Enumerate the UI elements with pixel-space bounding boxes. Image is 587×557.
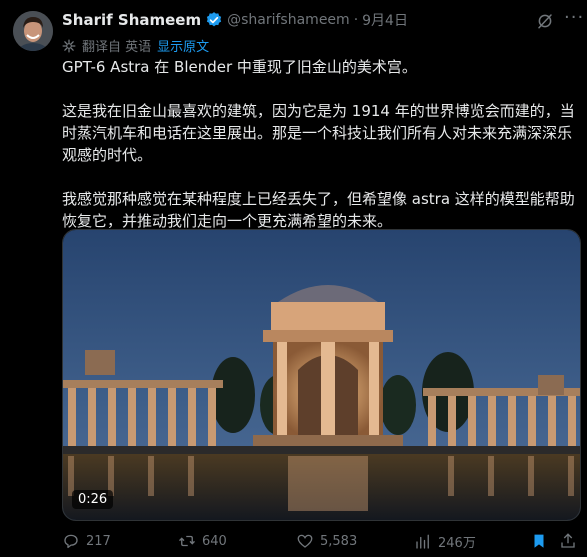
translated-from-label: 翻译自 英语 [82,40,152,55]
reply-count: 217 [86,533,111,549]
share-button[interactable] [559,532,577,550]
video-duration: 0:26 [72,490,114,509]
action-bar: 217 640 5,583 246万 [62,532,577,554]
views-button[interactable]: 246万 [414,532,476,551]
repost-icon [179,535,195,547]
view-count: 246万 [438,536,476,551]
share-icon [561,533,575,548]
avatar-image [13,11,53,51]
like-count: 5,583 [320,533,358,549]
verified-badge-icon[interactable] [205,11,223,29]
translate-settings-icon[interactable] [62,39,76,53]
repost-count: 640 [202,533,227,549]
show-original-link[interactable]: 显示原文 [157,36,209,55]
tweet-text: GPT-6 Astra 在 Blender 中重现了旧金山的美术宫。 这是我在旧… [62,58,575,230]
author-name[interactable]: Sharif Shameem [62,11,201,29]
separator-dot: · [353,12,359,28]
more-options-icon[interactable]: ··· [564,7,584,28]
bookmark-icon [534,534,544,548]
reply-button[interactable]: 217 [62,532,111,550]
translation-row: 翻译自 英语 显示原文 [62,36,209,55]
tweet-date[interactable]: 9月4日 [362,10,408,30]
author-handle[interactable]: @sharifshameem [227,12,350,28]
avatar[interactable] [13,11,53,51]
video-thumbnail [63,230,580,520]
bookmark-button[interactable] [530,532,548,550]
reply-icon [64,534,78,549]
repost-button[interactable]: 640 [178,532,227,550]
like-button[interactable]: 5,583 [296,532,357,550]
heart-icon [297,534,313,548]
video-player[interactable]: 0:26 [62,229,581,521]
views-icon [416,534,429,549]
grok-icon[interactable] [536,12,554,30]
tweet-header: Sharif Shameem @sharifshameem · 9月4日 [62,10,408,30]
